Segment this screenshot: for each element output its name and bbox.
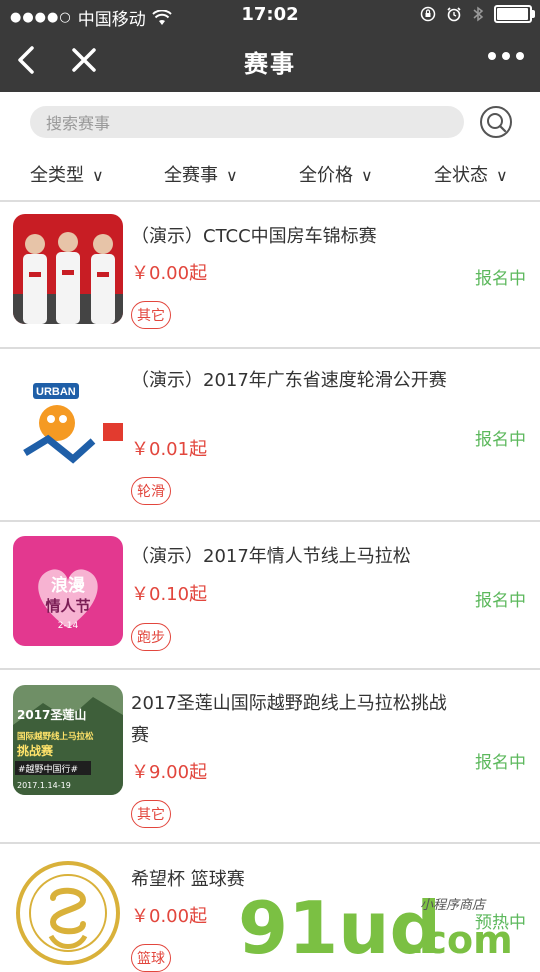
event-price: ￥0.10起 (131, 584, 208, 605)
event-price: ￥9.00起 (131, 762, 208, 783)
event-status: 报名中 (475, 591, 526, 611)
list-item[interactable]: URBAN （演示）2017年广东省速度轮滑公开赛 ￥0.01起 轮滑 报名中 (0, 349, 540, 522)
event-price: ￥0.00起 (131, 263, 208, 284)
battery-icon (494, 5, 535, 23)
more-dots-icon[interactable] (488, 52, 524, 60)
nav-bar: 赛事 (0, 30, 540, 92)
thumb-text: #越野中国行# (18, 763, 78, 775)
event-tag: 轮滑 (131, 477, 171, 505)
chevron-down-icon: ∨ (361, 166, 373, 185)
event-status: 报名中 (475, 753, 526, 773)
thumb-text: 情人节 (45, 597, 90, 615)
thumb-text: 2017圣莲山 (17, 707, 86, 722)
bluetooth-icon (473, 6, 484, 22)
event-status: 报名中 (475, 430, 526, 450)
chevron-down-icon: ∨ (226, 166, 238, 185)
status-bar: ●●●●○ 中国移动 17:02 (0, 0, 540, 30)
event-tag: 其它 (131, 800, 171, 828)
event-thumbnail (13, 858, 123, 968)
filter-event[interactable]: 全赛事 ∨ (164, 161, 238, 187)
filter-bar: 全类型 ∨ 全赛事 ∨ 全价格 ∨ 全状态 ∨ (0, 150, 540, 202)
event-tag: 跑步 (131, 623, 171, 651)
event-price: ￥0.01起 (131, 439, 208, 460)
watermark-text: 小程序商店 (420, 898, 487, 913)
event-tag: 篮球 (131, 944, 171, 972)
filter-price[interactable]: 全价格 ∨ (299, 161, 373, 187)
urban-logo-text: URBAN (36, 386, 76, 398)
event-title: 2017圣莲山国际越野跑线上马拉松挑战赛 (131, 693, 447, 746)
event-title: （演示）2017年广东省速度轮滑公开赛 (131, 370, 447, 391)
rotation-lock-icon (420, 6, 436, 22)
event-thumbnail: 2017圣莲山 国际越野线上马拉松 挑战赛 #越野中国行# 2017.1.14-… (13, 685, 123, 795)
list-item[interactable]: 2017圣莲山 国际越野线上马拉松 挑战赛 #越野中国行# 2017.1.14-… (0, 670, 540, 844)
thumb-text: 2017.1.14-19 (17, 781, 71, 790)
chevron-down-icon: ∨ (92, 166, 104, 185)
watermark-logo: 91ud .com 小程序商店 (238, 886, 513, 960)
event-title: （演示）CTCC中国房车锦标赛 (131, 226, 377, 247)
alarm-icon (447, 7, 461, 22)
filter-label: 全赛事 (164, 165, 218, 186)
search-icon[interactable] (478, 104, 514, 140)
filter-label: 全类型 (30, 165, 84, 186)
event-status: 报名中 (475, 269, 526, 289)
watermark-text: .com (410, 918, 513, 960)
thumb-text: 国际越野线上马拉松 (17, 731, 94, 742)
filter-status[interactable]: 全状态 ∨ (434, 161, 508, 187)
event-price: ￥0.00起 (131, 906, 208, 927)
event-thumbnail (13, 214, 123, 324)
chevron-down-icon: ∨ (496, 166, 508, 185)
page-title: 赛事 (244, 50, 296, 78)
event-thumbnail: 浪漫 情人节 2-14 (13, 536, 123, 646)
filter-label: 全价格 (299, 165, 353, 186)
list-item[interactable]: （演示）CTCC中国房车锦标赛 ￥0.00起 其它 报名中 (0, 202, 540, 349)
search-row: 搜索赛事 (0, 92, 540, 154)
thumb-text: 挑战赛 (17, 743, 54, 758)
event-title: （演示）2017年情人节线上马拉松 (131, 546, 411, 567)
search-input[interactable]: 搜索赛事 (30, 106, 464, 138)
filter-type[interactable]: 全类型 ∨ (30, 161, 104, 187)
event-thumbnail: URBAN (13, 361, 123, 471)
thumb-text: 2-14 (58, 621, 79, 631)
event-tag: 其它 (131, 301, 171, 329)
status-right (420, 5, 535, 23)
thumb-text: 浪漫 (51, 575, 86, 596)
filter-label: 全状态 (434, 165, 488, 186)
list-item[interactable]: 浪漫 情人节 2-14 （演示）2017年情人节线上马拉松 ￥0.10起 跑步 … (0, 522, 540, 670)
